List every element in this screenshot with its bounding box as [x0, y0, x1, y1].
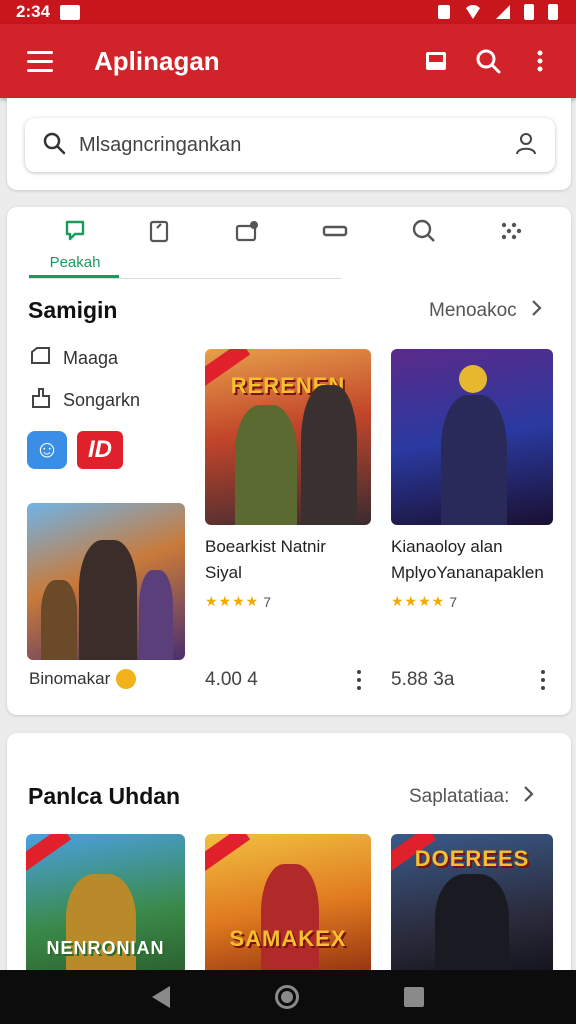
tag-icon	[29, 344, 53, 373]
small-game-name: Binomakar	[29, 669, 111, 688]
thumbnail-title: DOEREES	[414, 846, 530, 871]
rectangle-icon	[321, 217, 349, 250]
menu-button[interactable]	[12, 33, 68, 89]
chevron-right-icon	[531, 299, 543, 323]
chevron-right-icon	[523, 785, 535, 809]
tab-briefcase[interactable]	[207, 217, 287, 277]
dots-grid-icon	[497, 217, 525, 250]
search-card: Mlsagncringankan	[7, 98, 571, 190]
search-placeholder: Mlsagncringankan	[79, 133, 242, 156]
see-more-label: Saplatatiaa:	[409, 786, 510, 807]
battery-icon	[548, 4, 558, 20]
tab-clipboard[interactable]	[119, 217, 199, 277]
game-thumbnail[interactable]: NENRONIAN	[26, 834, 185, 984]
section-title: Panlca Uhdan	[28, 783, 181, 809]
tab-more[interactable]	[471, 217, 551, 277]
search-icon	[41, 130, 67, 161]
signal-icon	[496, 5, 510, 19]
clipboard-icon	[145, 217, 173, 250]
inbox-icon[interactable]	[410, 35, 462, 87]
search-icon[interactable]	[462, 35, 514, 87]
game-title: Kianaoloy alan MplyoYananapaklen	[391, 534, 544, 586]
tab-peakah[interactable]: Peakah	[35, 217, 115, 277]
rating-row: ★★★★ 7	[205, 593, 271, 610]
system-nav-bar	[0, 970, 576, 1024]
id-badge-icon[interactable]: ID	[77, 431, 123, 469]
see-more-link[interactable]: Saplatatiaa:	[409, 785, 535, 809]
tab-divider	[29, 278, 341, 279]
share-icon	[29, 386, 53, 415]
tab-search[interactable]	[384, 217, 464, 277]
side-item-label: Songarkn	[63, 390, 141, 410]
app-title: Aplinagan	[94, 45, 220, 76]
messenger-badge-icon[interactable]: ☺	[27, 431, 67, 469]
more-options-icon[interactable]	[349, 667, 369, 693]
home-icon[interactable]	[274, 985, 299, 1009]
section-title: Samigin	[28, 297, 118, 323]
thumbnail-title: NENRONIAN	[46, 938, 165, 958]
game-price: 5.88 3a	[391, 669, 455, 690]
game-title: Boearkist Natnir Siyal	[205, 534, 326, 586]
overflow-menu-icon[interactable]	[514, 35, 566, 87]
game-thumbnail[interactable]: DOEREES	[391, 834, 553, 984]
game-thumbnail[interactable]: RERENEN	[205, 349, 371, 525]
search-icon	[410, 217, 438, 250]
tab-rectangle[interactable]	[295, 217, 375, 277]
battery-icon	[524, 4, 534, 20]
vibrate-icon	[438, 5, 450, 19]
game-thumbnail[interactable]	[391, 349, 553, 525]
search-input[interactable]: Mlsagncringankan	[25, 118, 555, 172]
rating-stars: ★★★★	[391, 593, 446, 609]
account-icon[interactable]	[513, 130, 539, 161]
briefcase-icon	[233, 217, 261, 250]
rating-row: ★★★★ 7	[391, 593, 457, 610]
rating-value: 7	[449, 593, 457, 610]
gmail-icon	[60, 4, 81, 20]
category-tabs: Peakah	[7, 207, 571, 279]
more-options-icon[interactable]	[533, 667, 553, 693]
back-icon[interactable]	[152, 986, 171, 1008]
rating-stars: ★★★★	[205, 593, 260, 609]
coin-icon	[116, 669, 137, 689]
see-more-link[interactable]: Menoakoc	[429, 299, 543, 323]
rating-value: 7	[263, 593, 271, 610]
side-item-songarkn[interactable]: Songarkn	[29, 386, 140, 415]
game-price: 4.00 4	[205, 669, 258, 690]
app-bar: Aplinagan	[0, 24, 576, 98]
wifi-icon	[464, 5, 482, 19]
game-title-line2: Siyal	[205, 563, 242, 582]
see-more-label: Menoakoc	[429, 300, 517, 321]
game-title-line2: MplyoYananapaklen	[391, 563, 544, 582]
chat-bubble-icon	[61, 217, 89, 250]
game-title-line1: Kianaoloy alan	[391, 537, 503, 556]
recent-apps-icon[interactable]	[403, 987, 424, 1007]
game-title-line1: Boearkist Natnir	[205, 537, 326, 556]
tab-label: Peakah	[49, 254, 101, 271]
side-item-maaga[interactable]: Maaga	[29, 344, 118, 373]
small-game-name-row: Binomakar	[29, 669, 137, 689]
side-item-label: Maaga	[63, 348, 119, 368]
status-time: 2:34	[16, 2, 51, 21]
status-bar: 2:34	[0, 0, 576, 24]
thumbnail-title: SAMAKEX	[229, 926, 347, 951]
game-thumbnail[interactable]: SAMAKEX	[205, 834, 371, 984]
game-thumbnail[interactable]	[27, 503, 185, 660]
featured-card: Peakah Samigin Menoakoc Maaga Songarkn ☺…	[7, 207, 571, 715]
